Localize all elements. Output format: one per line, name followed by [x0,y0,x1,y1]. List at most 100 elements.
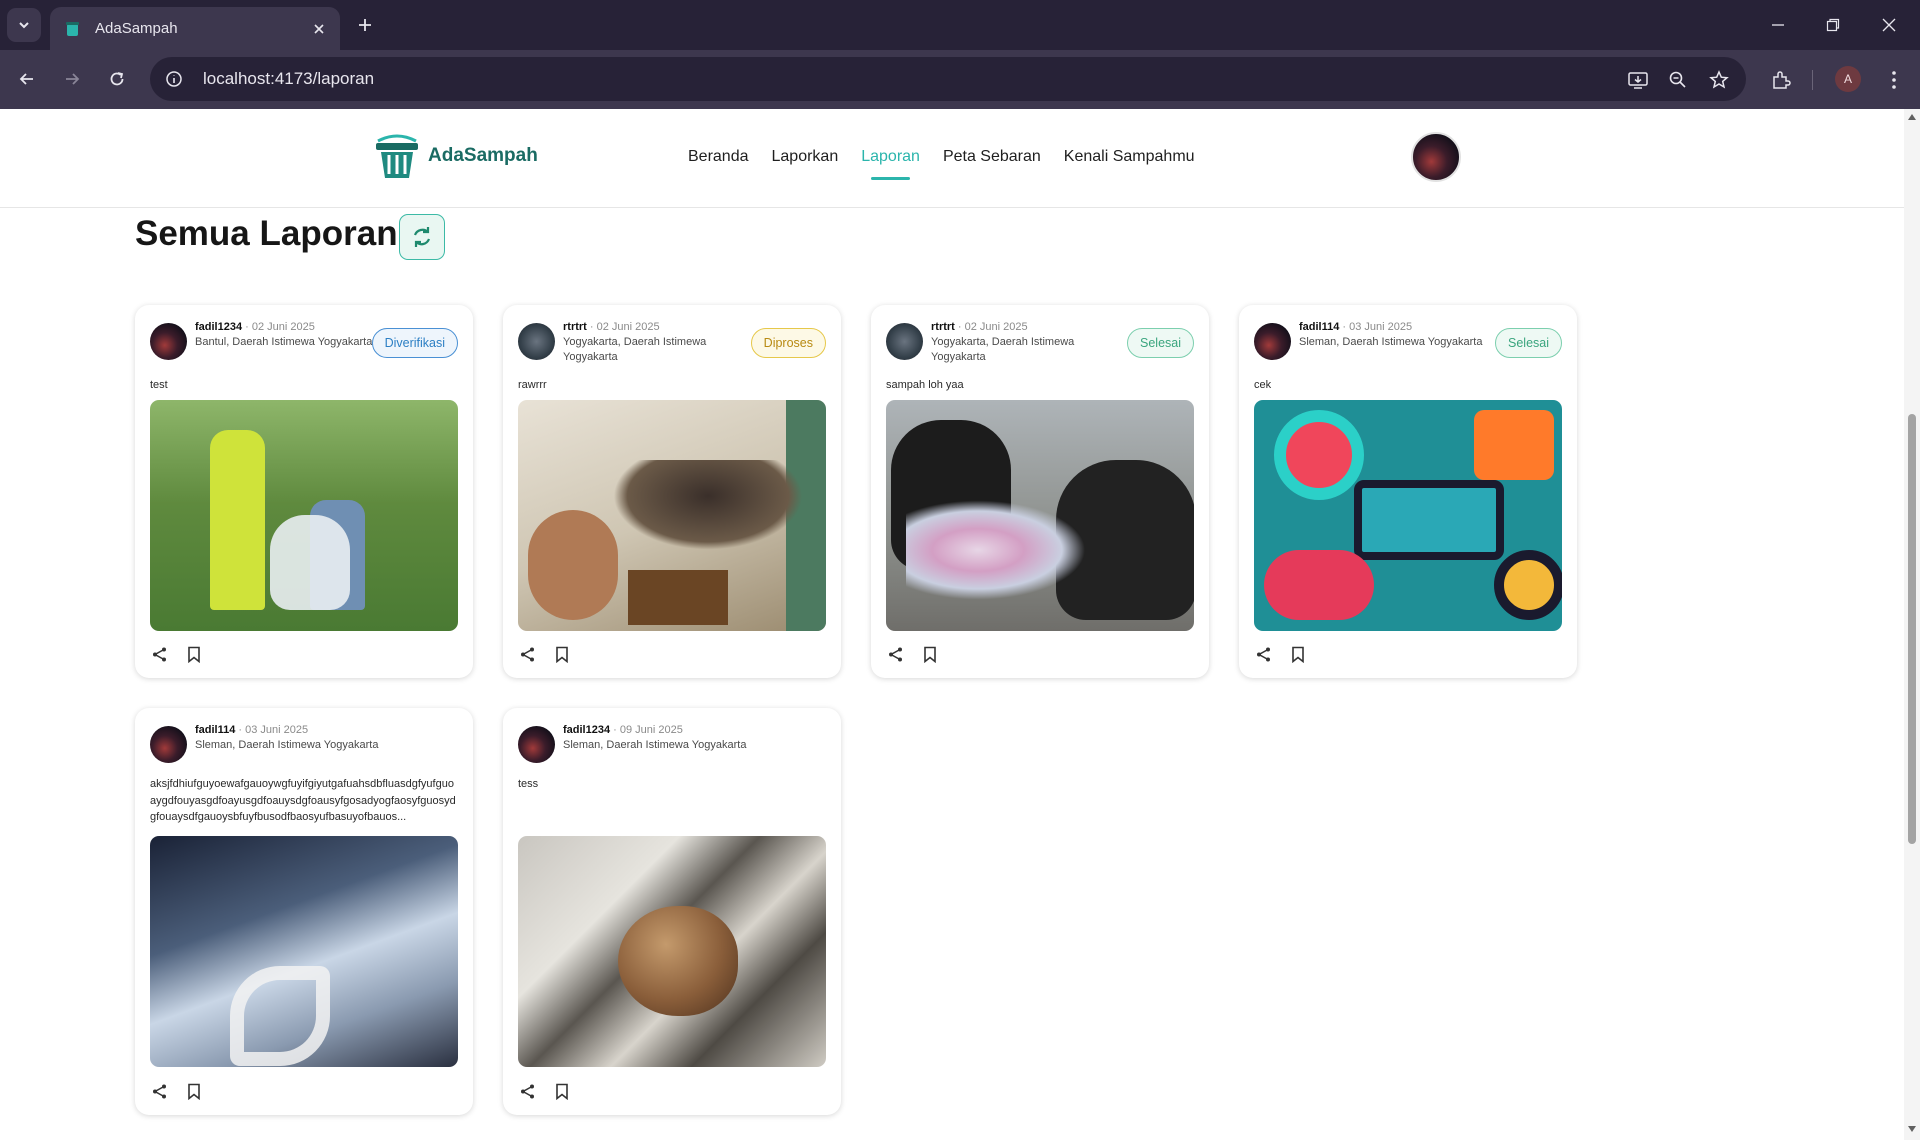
zoom-icon[interactable] [1662,64,1694,96]
bookmark-icon[interactable] [184,1082,203,1101]
card-actions [886,645,939,664]
report-card[interactable]: fadil114 · 03 Juni 2025 Sleman, Daerah I… [1239,305,1577,678]
minimize-button[interactable] [1751,0,1805,50]
refresh-button[interactable] [399,214,445,260]
report-meta: fadil1234 · 09 Juni 2025 Sleman, Daerah … [563,724,747,751]
share-icon[interactable] [518,645,537,664]
browser-toolbar: localhost:4173/laporan A [0,50,1920,109]
nav-beranda[interactable]: Beranda [688,148,749,166]
restore-button[interactable] [1806,0,1860,50]
report-photo[interactable] [150,400,458,631]
site-info-icon[interactable] [159,64,189,94]
back-button[interactable] [8,60,46,98]
report-card[interactable]: fadil1234 · 09 Juni 2025 Sleman, Daerah … [503,708,841,1115]
main-nav: Beranda Laporkan Laporan Peta Sebaran Ke… [688,148,1218,180]
report-description: cek [1254,379,1272,391]
report-description: rawrrr [518,379,547,391]
browser-tab[interactable]: AdaSampah [50,7,340,50]
user-avatar[interactable] [1411,132,1461,182]
reporter-name[interactable]: rtrtrt [931,321,955,333]
extensions-icon[interactable] [1764,63,1798,97]
nav-kenali-sampahmu[interactable]: Kenali Sampahmu [1064,148,1195,166]
scroll-down-arrow-icon[interactable] [1907,1125,1917,1133]
bookmark-icon[interactable] [552,1082,571,1101]
report-description: tess [518,778,539,790]
logo-text: AdaSampah [428,145,538,166]
url-text[interactable]: localhost:4173/laporan [203,69,1746,89]
report-card[interactable]: fadil114 · 03 Juni 2025 Sleman, Daerah I… [135,708,473,1115]
tab-search-button[interactable] [7,8,41,42]
reload-icon [110,72,124,86]
bookmark-icon[interactable] [184,645,203,664]
share-icon[interactable] [886,645,905,664]
share-icon[interactable] [150,645,169,664]
bookmark-icon[interactable] [552,645,571,664]
nav-laporan[interactable]: Laporan [861,148,920,180]
card-actions [518,1082,571,1101]
share-icon[interactable] [1254,645,1273,664]
report-date: 02 Juni 2025 [964,321,1028,333]
share-icon[interactable] [150,1082,169,1101]
reporter-avatar [886,323,923,360]
forward-button[interactable] [53,60,91,98]
report-meta: fadil114 · 03 Juni 2025 Sleman, Daerah I… [195,724,379,751]
new-tab-button[interactable] [350,10,380,40]
bookmark-icon[interactable] [920,645,939,664]
reload-button[interactable] [98,60,136,98]
report-card[interactable]: rtrtrt · 02 Juni 2025 Yogyakarta, Daerah… [871,305,1209,678]
reporter-name[interactable]: fadil114 [195,724,235,736]
status-badge: Diverifikasi [371,328,458,358]
report-location: Yogyakarta, Daerah Istimewa Yogyakarta [931,336,1075,363]
nav-peta-sebaran[interactable]: Peta Sebaran [943,148,1041,166]
reporter-name[interactable]: rtrtrt [563,321,587,333]
status-badge: Selesai [1127,328,1194,358]
report-photo[interactable] [1254,400,1562,631]
report-date: 03 Juni 2025 [245,724,309,736]
address-bar[interactable]: localhost:4173/laporan [150,57,1746,101]
bookmark-star-icon[interactable] [1703,64,1735,96]
browser-menu-icon[interactable] [1877,63,1911,97]
scrollbar-thumb[interactable] [1908,414,1916,844]
tab-favicon-icon [66,22,79,36]
reporter-avatar [150,323,187,360]
report-photo[interactable] [518,836,826,1067]
reporter-avatar [518,323,555,360]
plus-icon [359,19,371,31]
report-location: Sleman, Daerah Istimewa Yogyakarta [563,739,747,751]
report-card[interactable]: rtrtrt · 02 Juni 2025 Yogyakarta, Daerah… [503,305,841,678]
page-scrollbar[interactable] [1904,109,1920,1140]
install-app-icon[interactable] [1622,64,1654,96]
card-actions [150,645,203,664]
report-photo[interactable] [886,400,1194,631]
minimize-icon [1772,24,1784,26]
share-icon[interactable] [518,1082,537,1101]
report-date: 03 Juni 2025 [1349,321,1413,333]
profile-avatar[interactable]: A [1835,66,1861,92]
page-viewport: AdaSampah Beranda Laporkan Laporan Peta … [0,109,1904,1140]
nav-laporkan[interactable]: Laporkan [772,148,839,166]
report-photo[interactable] [518,400,826,631]
bookmark-icon[interactable] [1288,645,1307,664]
refresh-icon [413,227,431,247]
report-location: Yogyakarta, Daerah Istimewa Yogyakarta [563,336,707,363]
site-logo[interactable]: AdaSampah [372,131,538,181]
site-header: AdaSampah Beranda Laporkan Laporan Peta … [0,109,1904,208]
reporter-name[interactable]: fadil114 [1299,321,1339,333]
status-badge: Diproses [750,328,826,358]
report-meta: fadil114 · 03 Juni 2025 Sleman, Daerah I… [1299,321,1483,348]
reporter-avatar [518,726,555,763]
tab-close-icon[interactable] [306,16,332,42]
reporter-avatar [150,726,187,763]
report-meta: rtrtrt · 02 Juni 2025 Yogyakarta, Daerah… [563,321,707,363]
report-description: test [150,379,168,391]
close-window-button[interactable] [1862,0,1916,50]
scroll-up-arrow-icon[interactable] [1907,113,1917,121]
tab-title: AdaSampah [95,20,178,37]
reporter-name[interactable]: fadil1234 [195,321,242,333]
report-card[interactable]: fadil1234 · 02 Juni 2025 Bantul, Daerah … [135,305,473,678]
trash-bin-logo-icon [376,134,418,178]
report-photo[interactable] [150,836,458,1067]
reporter-name[interactable]: fadil1234 [563,724,610,736]
report-description: sampah loh yaa [886,379,964,391]
toolbar-divider [1812,70,1813,90]
